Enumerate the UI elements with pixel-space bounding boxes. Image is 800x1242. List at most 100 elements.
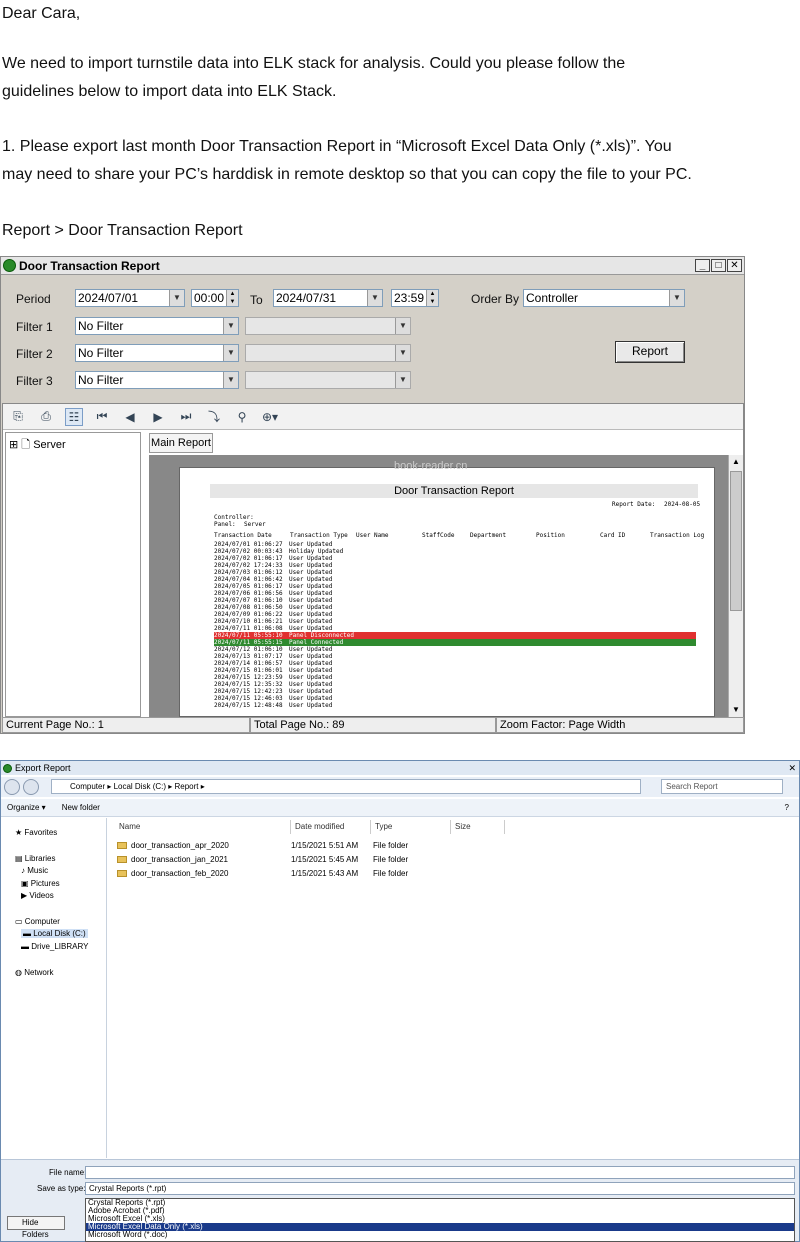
- to-label: To: [250, 293, 263, 307]
- column-size[interactable]: Size: [451, 820, 505, 834]
- nav-local-disk[interactable]: ▬ Local Disk (C:): [21, 929, 88, 938]
- transaction-type: User Updated: [289, 646, 333, 653]
- close-icon[interactable]: ✕: [788, 761, 796, 775]
- chevron-down-icon[interactable]: ▼: [223, 372, 238, 388]
- chevron-down-icon[interactable]: ▼: [169, 290, 184, 306]
- transaction-date: 2024/07/11 05:55:10: [214, 632, 283, 639]
- to-date-picker[interactable]: 2024/07/31 ▼: [273, 289, 383, 307]
- address-path[interactable]: Computer ▸ Local Disk (C:) ▸ Report ▸: [51, 779, 641, 794]
- file-row[interactable]: door_transaction_apr_2020: [117, 840, 229, 852]
- report-date-label: Report Date:: [612, 501, 656, 508]
- close-button[interactable]: ✕: [727, 259, 742, 272]
- transaction-type: User Updated: [289, 611, 333, 618]
- export-report-dialog: Export Report ✕ Computer ▸ Local Disk (C…: [0, 760, 800, 1242]
- order-by-select[interactable]: Controller ▼: [523, 289, 685, 307]
- chevron-down-icon: ▼: [395, 345, 410, 361]
- group-tree-icon[interactable]: ☷: [65, 407, 83, 426]
- report-page-area: Door Transaction Report Report Date: 202…: [149, 455, 743, 717]
- transaction-date: 2024/07/15 12:46:03: [214, 695, 283, 702]
- report-button[interactable]: Report: [615, 341, 685, 363]
- report-row: 2024/07/15 12:35:32 User Updated: [214, 681, 696, 688]
- zoom-icon[interactable]: ⊕▾: [261, 408, 279, 426]
- menu-path: Report > Door Transaction Report: [2, 222, 243, 239]
- file-row[interactable]: door_transaction_feb_2020: [117, 868, 228, 880]
- filter1-value: No Filter: [78, 319, 124, 333]
- back-icon[interactable]: [4, 779, 20, 795]
- minimize-button[interactable]: _: [695, 259, 710, 272]
- chevron-down-icon: ▼: [395, 318, 410, 334]
- organize-button[interactable]: Organize ▾: [7, 803, 46, 812]
- first-page-icon[interactable]: ⏮: [93, 408, 111, 426]
- expand-icon[interactable]: ⊞: [9, 439, 18, 451]
- forward-icon[interactable]: [23, 779, 39, 795]
- chevron-down-icon[interactable]: ▼: [367, 290, 382, 306]
- hide-folders-button[interactable]: Hide Folders: [7, 1216, 65, 1239]
- print-icon[interactable]: ⎙: [37, 408, 55, 426]
- maximize-button[interactable]: □: [711, 259, 726, 272]
- help-icon[interactable]: ?: [785, 803, 789, 812]
- scroll-up-icon[interactable]: ▲: [729, 455, 743, 469]
- file-row[interactable]: door_transaction_jan_2021: [117, 854, 228, 866]
- tree-item-server[interactable]: Server: [33, 439, 65, 451]
- transaction-type: User Updated: [289, 702, 333, 709]
- to-time-spinner[interactable]: 23:59 ▲ ▼: [391, 289, 439, 307]
- tab-main-report[interactable]: Main Report: [149, 433, 213, 453]
- find-icon[interactable]: ⚲: [233, 408, 251, 426]
- filter2-select[interactable]: No Filter ▼: [75, 344, 239, 362]
- transaction-type: User Updated: [289, 590, 333, 597]
- save-type-option[interactable]: Microsoft Excel Data Only (*.xls): [86, 1223, 794, 1231]
- chevron-down-icon[interactable]: ▼: [223, 345, 238, 361]
- transaction-type: User Updated: [289, 625, 333, 632]
- filter3-select[interactable]: No Filter ▼: [75, 371, 239, 389]
- nav-pictures[interactable]: ▣ Pictures: [21, 879, 60, 888]
- report-row: 2024/07/11 01:06:08 User Updated: [214, 625, 696, 632]
- nav-drive2[interactable]: ▬ Drive_LIBRARY: [21, 942, 88, 951]
- report-row: 2024/07/02 00:03:43 Holiday Updated: [214, 548, 696, 555]
- search-input[interactable]: Search Report: [661, 779, 783, 794]
- column-name[interactable]: Name: [115, 820, 291, 834]
- transaction-date: 2024/07/02 00:03:43: [214, 548, 283, 555]
- chevron-down-icon[interactable]: ▼: [669, 290, 684, 306]
- vertical-scrollbar[interactable]: ▲ ▼: [728, 455, 743, 717]
- last-page-icon[interactable]: ⏭: [177, 408, 195, 426]
- report-column-header: Transaction Log: [650, 532, 705, 539]
- filter1-select[interactable]: No Filter ▼: [75, 317, 239, 335]
- report-date-value: 2024-08-05: [664, 501, 701, 508]
- goto-page-icon[interactable]: ⤵: [205, 408, 223, 426]
- transaction-date: 2024/07/11 05:55:15: [214, 639, 283, 646]
- report-column-header: StaffCode: [422, 532, 455, 539]
- nav-music[interactable]: ♪ Music: [21, 866, 48, 875]
- group-tree: ⊞ 🗋 Server: [5, 432, 141, 717]
- scroll-down-icon[interactable]: ▼: [729, 703, 743, 717]
- nav-libraries[interactable]: ▤ Libraries: [15, 854, 55, 863]
- order-by-value: Controller: [526, 291, 579, 305]
- save-type-option[interactable]: Crystal Reports (*.rpt): [86, 1199, 794, 1207]
- new-folder-button[interactable]: New folder: [62, 803, 100, 812]
- nav-videos[interactable]: ▶ Videos: [21, 891, 54, 900]
- period-label: Period: [16, 292, 51, 306]
- column-type[interactable]: Type: [371, 820, 451, 834]
- spinner-arrows-icon[interactable]: ▲ ▼: [226, 290, 238, 306]
- chevron-down-icon[interactable]: ▼: [223, 318, 238, 334]
- next-page-icon[interactable]: ▶: [149, 408, 167, 426]
- column-date-modified[interactable]: Date modified: [291, 820, 371, 834]
- save-type-option[interactable]: Adobe Acrobat (*.pdf): [86, 1207, 794, 1215]
- nav-network[interactable]: ◍ Network: [15, 968, 54, 977]
- nav-favorites[interactable]: ★ Favorites: [15, 828, 57, 837]
- transaction-type: User Updated: [289, 674, 333, 681]
- report-column-header: Transaction Date: [214, 532, 272, 539]
- transaction-date: 2024/07/02 17:24:33: [214, 562, 283, 569]
- scroll-thumb[interactable]: [730, 471, 742, 611]
- transaction-type: User Updated: [289, 562, 333, 569]
- file-name-input[interactable]: [85, 1166, 795, 1179]
- save-type-select[interactable]: Crystal Reports (*.rpt): [85, 1182, 795, 1195]
- previous-page-icon[interactable]: ◀: [121, 408, 139, 426]
- from-time-spinner[interactable]: 00:00 ▲ ▼: [191, 289, 239, 307]
- save-type-option[interactable]: Microsoft Word (*.doc): [86, 1231, 794, 1239]
- filter3-label: Filter 3: [16, 374, 53, 388]
- spinner-arrows-icon[interactable]: ▲ ▼: [426, 290, 438, 306]
- nav-computer[interactable]: ▭ Computer: [15, 917, 60, 926]
- export-icon[interactable]: ⎘: [9, 408, 27, 426]
- from-date-picker[interactable]: 2024/07/01 ▼: [75, 289, 185, 307]
- panel-label: Panel:: [214, 521, 236, 528]
